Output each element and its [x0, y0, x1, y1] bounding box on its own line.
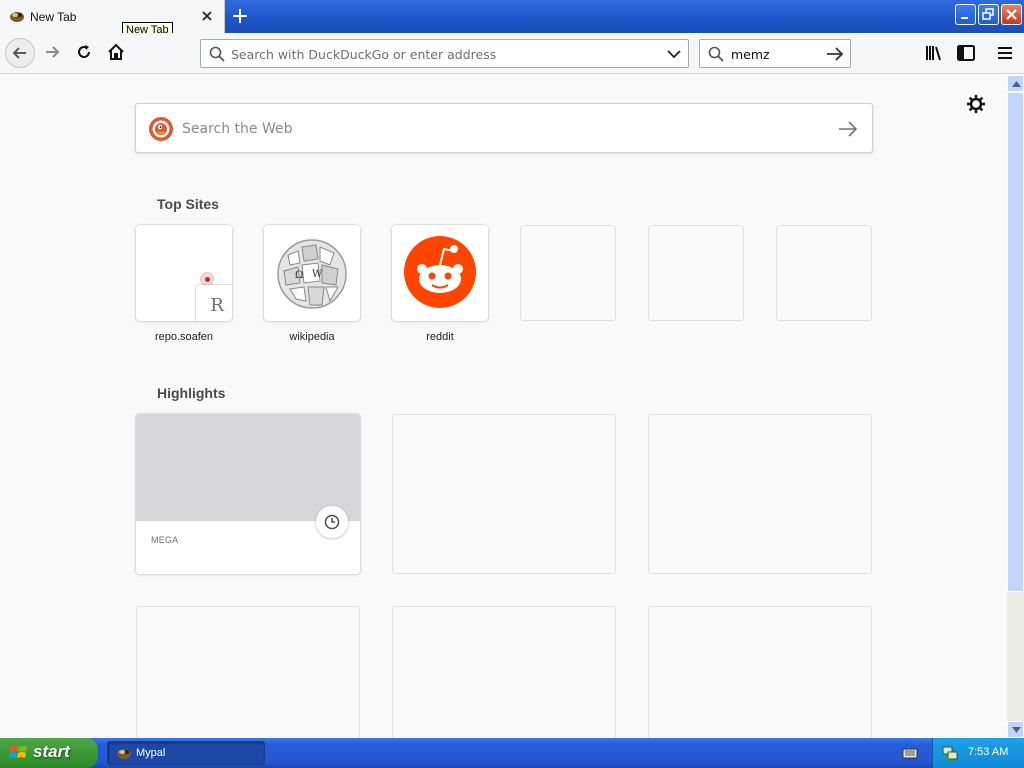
highlight-placeholder	[648, 414, 872, 574]
reload-icon	[78, 45, 90, 58]
web-search-box[interactable]	[135, 103, 873, 153]
scroll-down-button[interactable]	[1007, 721, 1024, 738]
taskbar-clock: 7:53 AM	[968, 746, 1009, 758]
mypal-app-icon	[117, 749, 131, 759]
top-site-wikipedia[interactable]: Ω W wikipedia	[264, 225, 360, 343]
back-arrow-icon	[12, 47, 26, 59]
tab-title: New Tab	[30, 10, 77, 24]
system-tray: 7:53 AM	[932, 738, 1024, 768]
back-button[interactable]	[5, 38, 35, 68]
tab-strip: New Tab New Tab	[0, 0, 1024, 38]
duckduckgo-logo-icon	[149, 117, 173, 141]
minimize-button[interactable]	[955, 4, 976, 25]
scroll-thumb[interactable]	[1007, 92, 1024, 592]
search-go-arrow-icon[interactable]	[826, 46, 844, 62]
top-site-repo-soafen[interactable]: R repo.soafen	[136, 225, 232, 343]
scroll-up-button[interactable]	[1007, 75, 1024, 92]
top-site-placeholder[interactable]	[776, 225, 872, 321]
gear-icon[interactable]	[966, 94, 986, 114]
start-button[interactable]: start	[0, 738, 98, 768]
svg-text:Ω: Ω	[295, 270, 303, 281]
top-site-label: wikipedia	[289, 331, 335, 343]
site-favicon-dot-icon	[200, 272, 214, 286]
close-tab-icon[interactable]	[199, 8, 215, 24]
forward-arrow-icon	[46, 46, 60, 58]
browser-favicon-icon	[10, 12, 24, 22]
search-submit-arrow-icon[interactable]	[838, 120, 858, 138]
top-site-label: reddit	[426, 331, 454, 343]
home-button[interactable]	[102, 38, 132, 68]
top-site-tile[interactable]: R	[136, 225, 232, 321]
svg-text:W: W	[312, 269, 323, 280]
navigation-toolbar	[0, 33, 1024, 74]
scroll-down-arrow-icon	[1012, 727, 1021, 733]
top-site-placeholder[interactable]	[648, 225, 744, 321]
top-site-reddit[interactable]: reddit	[392, 225, 488, 343]
forward-button[interactable]	[38, 38, 68, 68]
wikipedia-globe-icon: Ω W	[277, 239, 347, 309]
search-bar[interactable]	[699, 39, 851, 68]
top-site-label: repo.soafen	[154, 331, 214, 343]
highlights-title: Highlights	[157, 385, 226, 401]
keyboard-language-icon[interactable]	[902, 745, 918, 761]
close-window-icon	[1006, 9, 1017, 20]
top-site-tile[interactable]	[392, 225, 488, 321]
scroll-up-arrow-icon	[1012, 81, 1021, 87]
top-site-tile[interactable]: Ω W	[264, 225, 360, 321]
library-icon[interactable]	[922, 41, 946, 65]
reddit-logo-icon	[404, 236, 476, 308]
highlight-card[interactable]: MEGA	[136, 414, 360, 574]
tab-new-tab[interactable]: New Tab	[0, 0, 225, 33]
search-input[interactable]	[731, 44, 816, 64]
highlight-placeholder	[136, 606, 360, 738]
minimize-icon	[961, 17, 968, 19]
restore-button[interactable]	[978, 4, 999, 25]
start-label: start	[33, 742, 70, 761]
top-sites-title: Top Sites	[157, 196, 219, 212]
top-site-empty[interactable]	[648, 225, 744, 321]
network-tray-icon[interactable]	[941, 744, 959, 762]
address-bar[interactable]	[200, 39, 689, 68]
top-site-empty[interactable]	[520, 225, 616, 321]
taskbar-item-mypal[interactable]: Mypal	[107, 741, 265, 765]
search-icon	[209, 46, 225, 62]
site-letter-badge: R	[196, 285, 232, 321]
vertical-scrollbar[interactable]	[1007, 75, 1024, 738]
highlight-site-name: MEGA	[151, 535, 179, 545]
sidebar-icon[interactable]	[954, 41, 978, 65]
dropdown-chevron-icon[interactable]	[667, 48, 681, 60]
web-search-input[interactable]	[182, 118, 782, 140]
taskbar-item-label: Mypal	[136, 747, 166, 759]
search-icon	[708, 46, 724, 62]
highlight-placeholder	[648, 606, 872, 738]
reload-button[interactable]	[70, 38, 100, 68]
new-tab-page: Top Sites R repo.soafen Ω W	[0, 75, 1007, 738]
address-input[interactable]	[231, 44, 651, 64]
home-icon	[108, 43, 124, 60]
restore-icon	[982, 8, 994, 20]
new-tab-plus-icon[interactable]	[229, 5, 251, 27]
windows-flag-icon	[9, 746, 27, 758]
highlight-placeholder	[392, 414, 616, 574]
top-site-empty[interactable]	[776, 225, 872, 321]
taskbar: start Mypal 7:53 AM	[0, 738, 1024, 768]
history-clock-badge	[316, 506, 348, 538]
clock-icon	[324, 514, 340, 530]
hamburger-menu-icon[interactable]	[993, 41, 1017, 65]
close-window-button[interactable]	[1001, 4, 1022, 25]
highlight-placeholder	[392, 606, 616, 738]
highlight-thumbnail	[136, 414, 360, 521]
top-site-placeholder[interactable]	[520, 225, 616, 321]
